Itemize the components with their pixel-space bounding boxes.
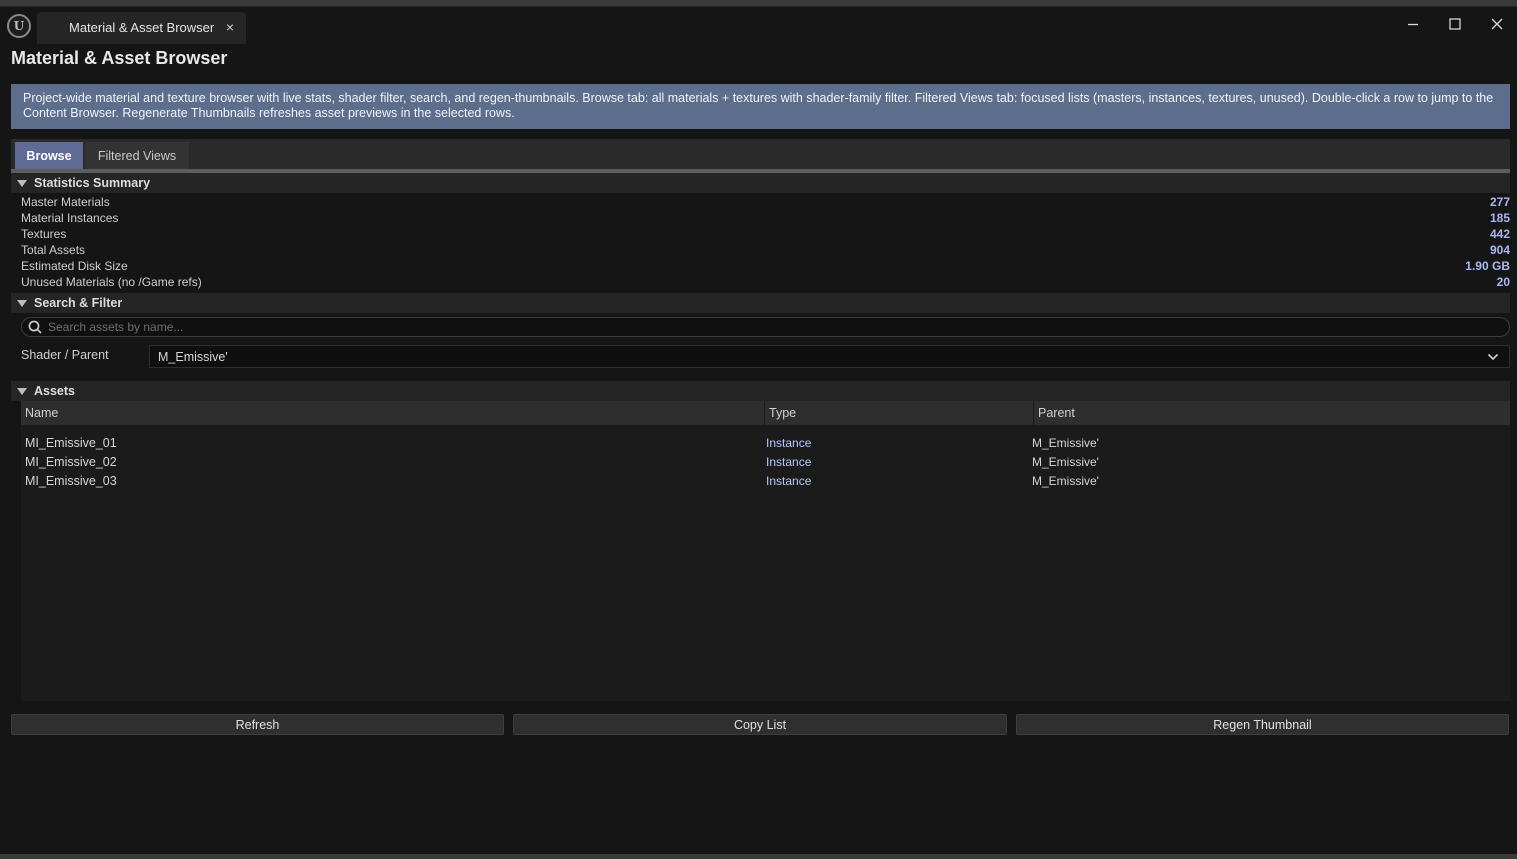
stat-value: 185: [1489, 211, 1510, 225]
stat-label: Estimated Disk Size: [21, 259, 128, 273]
table-row[interactable]: MI_Emissive_03 Instance M_Emissive': [21, 472, 1510, 491]
stat-row-material-instances: Material Instances 185: [21, 210, 1510, 226]
refresh-button[interactable]: Refresh: [11, 714, 504, 735]
maximize-icon[interactable]: [1441, 13, 1469, 35]
table-header: Name Type Parent: [21, 401, 1510, 425]
copy-list-button[interactable]: Copy List: [513, 714, 1007, 735]
cell-parent: M_Emissive': [1032, 455, 1099, 469]
expand-caret-icon: [17, 179, 27, 187]
section-label: Search & Filter: [34, 296, 123, 310]
editor-window: U Material & Asset Browser × Material & …: [0, 6, 1517, 854]
cell-type: Instance: [766, 455, 812, 469]
table-row[interactable]: MI_Emissive_02 Instance M_Emissive': [21, 453, 1510, 472]
stat-row-master-materials: Master Materials 277: [21, 194, 1510, 210]
shader-parent-label: Shader / Parent: [21, 348, 109, 362]
stat-value: 1.90 GB: [1465, 259, 1510, 273]
cell-type: Instance: [766, 436, 812, 450]
stat-label: Master Materials: [21, 195, 110, 209]
stat-value: 20: [1496, 275, 1510, 289]
cell-type: Instance: [766, 474, 812, 488]
statistics-summary-header[interactable]: Statistics Summary: [11, 173, 1510, 193]
document-tab[interactable]: Material & Asset Browser ×: [37, 12, 246, 44]
search-filter-header[interactable]: Search & Filter: [11, 293, 1510, 313]
shader-parent-dropdown[interactable]: M_Emissive': [149, 345, 1510, 368]
stat-row-unused-materials: Unused Materials (no /Game refs) 20: [21, 274, 1510, 290]
tab-bar: Browse Filtered Views: [11, 139, 1510, 173]
cell-name: MI_Emissive_03: [25, 474, 117, 488]
cell-name: MI_Emissive_02: [25, 455, 117, 469]
stat-label: Textures: [21, 227, 67, 241]
stat-row-disk-size: Estimated Disk Size 1.90 GB: [21, 258, 1510, 274]
shader-parent-value: M_Emissive': [158, 349, 228, 364]
search-input[interactable]: [48, 320, 1488, 334]
section-label: Statistics Summary: [34, 176, 151, 190]
stat-row-total-assets: Total Assets 904: [21, 242, 1510, 258]
cell-name: MI_Emissive_01: [25, 436, 117, 450]
stat-label: Total Assets: [21, 243, 86, 257]
cell-parent: M_Emissive': [1032, 436, 1099, 450]
column-header-parent[interactable]: Parent: [1034, 401, 1510, 425]
section-label: Assets: [34, 384, 75, 398]
tab-browse[interactable]: Browse: [15, 142, 83, 169]
title-bar: U Material & Asset Browser ×: [0, 7, 1517, 45]
regen-thumbnail-button[interactable]: Regen Thumbnail: [1016, 714, 1509, 735]
expand-caret-icon: [17, 299, 27, 307]
info-banner: Project-wide material and texture browse…: [11, 84, 1510, 129]
document-tab-label: Material & Asset Browser: [69, 20, 215, 35]
cell-parent: M_Emissive': [1032, 474, 1099, 488]
stat-value: 904: [1489, 243, 1510, 257]
chevron-down-icon: [1487, 351, 1499, 366]
unreal-logo-icon: U: [7, 14, 31, 38]
search-icon: [28, 320, 42, 334]
column-header-name[interactable]: Name: [21, 401, 765, 425]
page-title: Material & Asset Browser: [11, 48, 228, 68]
close-tab-icon[interactable]: ×: [226, 19, 234, 35]
stat-label: Unused Materials (no /Game refs): [21, 275, 202, 289]
assets-header[interactable]: Assets: [11, 381, 1510, 401]
stat-value: 277: [1489, 195, 1510, 209]
table-row[interactable]: MI_Emissive_01 Instance M_Emissive': [21, 434, 1510, 453]
stat-row-textures: Textures 442: [21, 226, 1510, 242]
column-header-type[interactable]: Type: [765, 401, 1034, 425]
close-window-icon[interactable]: [1483, 13, 1511, 35]
tab-filtered-views[interactable]: Filtered Views: [85, 142, 189, 169]
minimize-icon[interactable]: [1399, 13, 1427, 35]
stat-label: Material Instances: [21, 211, 119, 225]
expand-caret-icon: [17, 387, 27, 395]
assets-table: Name Type Parent MI_Emissive_01 Instance…: [21, 401, 1510, 701]
stat-value: 442: [1489, 227, 1510, 241]
search-box[interactable]: [21, 317, 1510, 337]
